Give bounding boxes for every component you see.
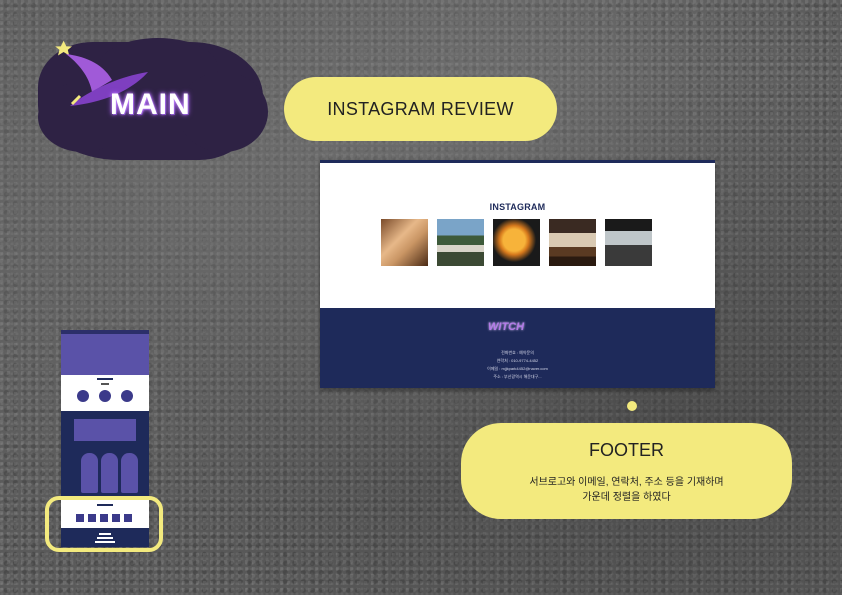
preview-header — [61, 330, 149, 375]
preview-card — [121, 453, 138, 493]
footer-line: 연락처 : 010-9774-4452 — [496, 358, 539, 363]
connector-dot — [627, 401, 637, 411]
preview-circle — [121, 390, 133, 402]
drinks-photo — [549, 219, 596, 266]
preview-nav — [61, 330, 149, 334]
food-photo — [381, 219, 428, 266]
footer-line: 전화번호 : 예약문의 — [501, 350, 534, 355]
footer-highlight-frame — [45, 496, 163, 552]
footer-title: FOOTER — [589, 439, 664, 460]
instagram-review-text: INSTAGRAM REVIEW — [327, 98, 514, 119]
footer-label: FOOTER 서브로고와 이메일, 연락처, 주소 등을 기재하며 가운데 정렬… — [461, 423, 792, 519]
site-footer: WITCH 전화번호 : 예약문의 연락처 : 010-9774-4452 이메… — [320, 308, 715, 388]
instagram-section-title: INSTAGRAM — [489, 202, 546, 212]
preview-card — [101, 453, 118, 493]
preview-circle — [99, 390, 111, 402]
cocktail-photo — [493, 219, 540, 266]
preview-box — [74, 419, 136, 441]
top-bar — [320, 160, 715, 163]
preview-circle — [77, 390, 89, 402]
preview-line — [101, 383, 109, 385]
footer-line: 주소 : 부산광역시 해운대구... — [493, 374, 542, 379]
footer-line: 이메일 : mjjkpark4452@naver.com — [487, 366, 548, 371]
landscape-photo — [437, 219, 484, 266]
footer-description: 서브로고와 이메일, 연락처, 주소 등을 기재하며 가운데 정렬을 하였다 — [529, 475, 723, 505]
preview-line — [97, 378, 113, 380]
footer-desc-line: 가운데 정렬을 하였다 — [582, 491, 671, 503]
preview-card — [81, 453, 98, 493]
witch-logo: WITCH — [488, 321, 525, 333]
page-title: MAIN — [110, 88, 191, 121]
instagram-thumbnails — [381, 219, 652, 266]
instagram-review-label: INSTAGRAM REVIEW — [284, 77, 557, 141]
blob-shape — [178, 72, 268, 152]
martini-photo — [605, 219, 652, 266]
footer-desc-line: 서브로고와 이메일, 연락처, 주소 등을 기재하며 — [529, 476, 724, 488]
instagram-screenshot: INSTAGRAM WITCH 전화번호 : 예약문의 연락처 : 010-97… — [320, 160, 715, 388]
